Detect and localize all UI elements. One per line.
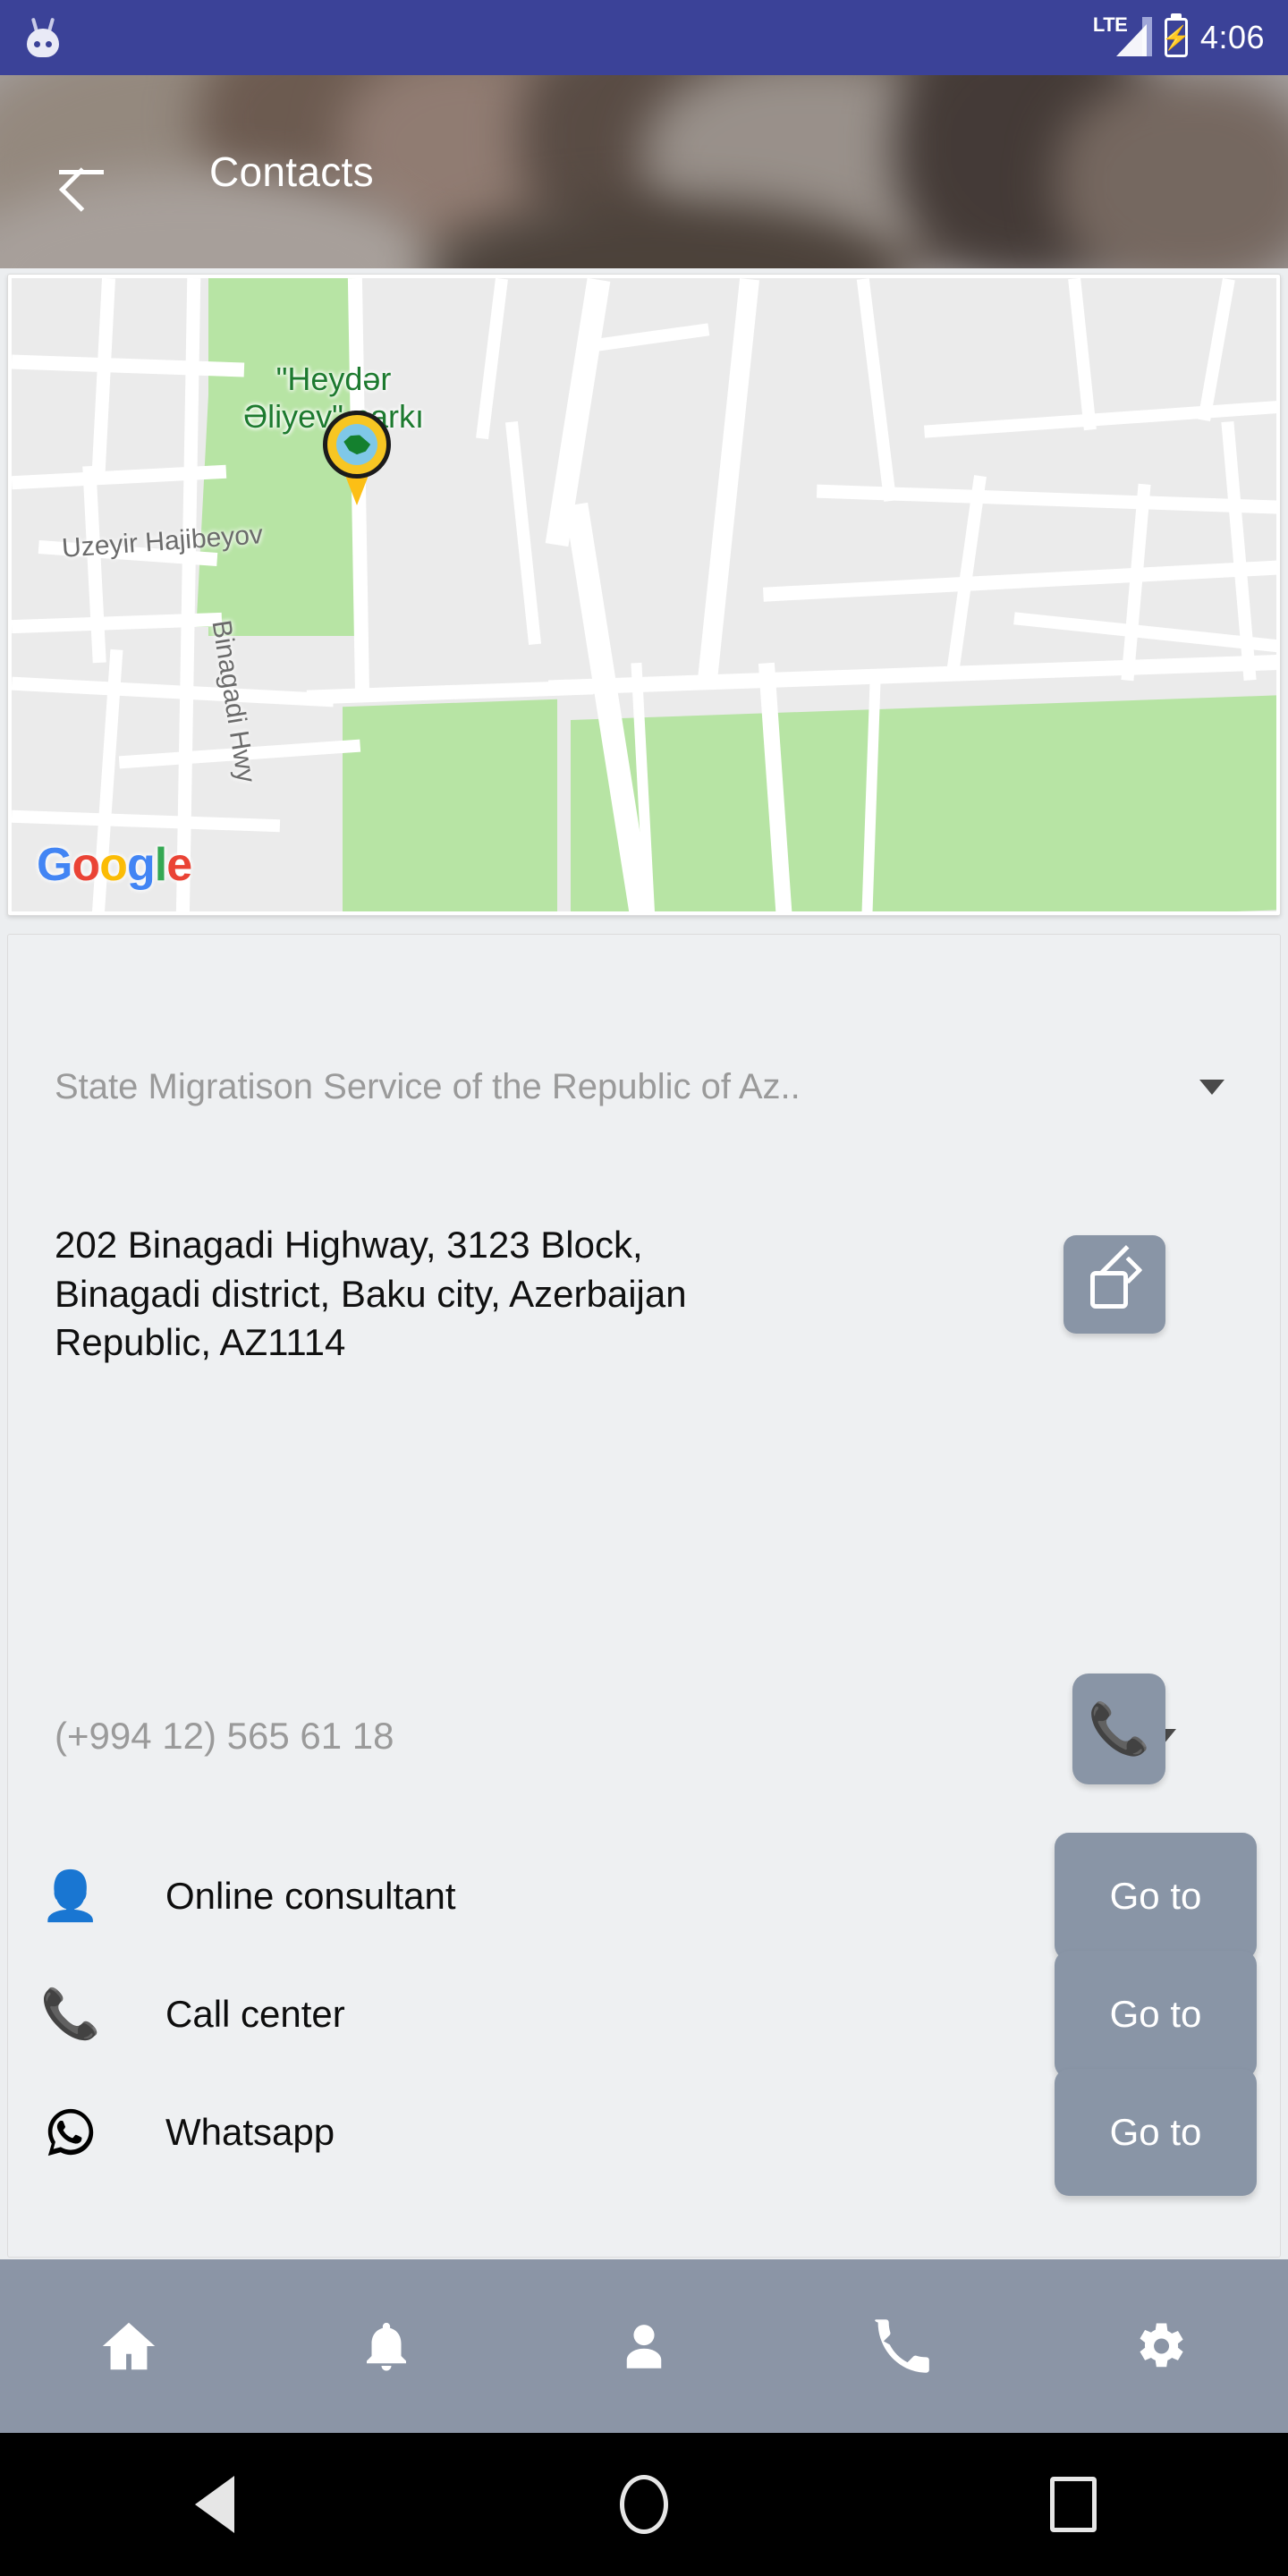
open-external-icon [1090, 1245, 1143, 1309]
google-logo: Google [37, 839, 192, 891]
map-canvas[interactable]: "Heydər Əliyev" parkı Uzeyir Hajibeyov B… [12, 278, 1276, 911]
map-road [1068, 278, 1097, 431]
map-road [90, 278, 116, 485]
list-item-label: Online consultant [165, 1875, 456, 1917]
map-road [1013, 612, 1276, 655]
system-home-button[interactable] [590, 2460, 698, 2549]
square-recents-icon [1050, 2477, 1097, 2532]
phone-number: (+994 12) 565 61 18 [55, 1715, 394, 1757]
map-road [12, 809, 281, 833]
call-button[interactable]: 📞 [1072, 1674, 1165, 1784]
status-bar-left [23, 17, 63, 57]
go-to-button-online-consultant[interactable]: Go to [1055, 1833, 1257, 1960]
whatsapp-icon [8, 2105, 133, 2160]
address-line-3: Republic, AZ1114 [55, 1321, 346, 1364]
open-in-maps-button[interactable] [1063, 1235, 1165, 1334]
address-line-1: 202 Binagadi Highway, 3123 Block, [55, 1224, 643, 1266]
map-park-band-right [571, 695, 1276, 911]
cyanogenmod-robot-icon [23, 17, 63, 57]
nav-item-notifications[interactable] [258, 2317, 515, 2376]
go-to-button-call-center[interactable]: Go to [1055, 1951, 1257, 2078]
nav-item-settings[interactable] [1030, 2316, 1288, 2377]
page-title: Contacts [209, 148, 374, 195]
go-to-label: Go to [1109, 2111, 1202, 2153]
battery-charging-icon: ⚡ [1162, 18, 1191, 57]
person-icon: 👤 [40, 1869, 101, 1923]
organization-name: State Migratison Service of the Republic… [55, 1066, 801, 1106]
nav-item-home[interactable] [0, 2315, 258, 2377]
app-bar: Contacts [0, 75, 1288, 268]
status-bar-clock: 4:06 [1199, 19, 1265, 55]
map-card[interactable]: "Heydər Əliyev" parkı Uzeyir Hajibeyov B… [7, 274, 1281, 916]
person-icon [626, 2325, 662, 2368]
go-to-label: Go to [1109, 1993, 1202, 2035]
organization-selector[interactable]: State Migratison Service of the Republic… [8, 1044, 1280, 1130]
status-bar-right: LTE ⚡ 4:06 [1093, 15, 1265, 60]
phone-icon [875, 2319, 929, 2373]
map-road [856, 278, 897, 502]
go-to-button-whatsapp[interactable]: Go to [1055, 2069, 1257, 2196]
arrow-back-icon[interactable] [52, 142, 111, 201]
list-item-label: Call center [165, 1993, 345, 2035]
circle-home-icon [620, 2475, 668, 2534]
go-to-label: Go to [1109, 1875, 1202, 1917]
nav-item-profile[interactable] [515, 2317, 773, 2376]
address-block: 202 Binagadi Highway, 3123 Block, Binaga… [55, 1221, 877, 1368]
contact-details-card: State Migratison Service of the Republic… [7, 934, 1281, 2258]
status-bar: LTE ⚡ 4:06 [0, 0, 1288, 75]
chevron-down-icon[interactable] [1199, 1079, 1224, 1095]
location-pin-emblem-icon[interactable] [318, 411, 396, 509]
triangle-back-icon [195, 2476, 234, 2533]
nav-item-calls[interactable] [773, 2317, 1030, 2376]
phone-icon: 📞 [1088, 1700, 1150, 1757]
phone-screen: LTE ⚡ 4:06 Contacts "Heydər Əliyev" park… [0, 0, 1288, 2576]
gear-icon [1140, 2323, 1183, 2368]
map-road [12, 676, 335, 708]
list-item-label: Whatsapp [165, 2111, 335, 2153]
map-road [82, 465, 106, 664]
system-back-button[interactable] [161, 2460, 268, 2549]
address-line-2: Binagadi district, Baku city, Azerbaijan [55, 1272, 687, 1315]
map-road [697, 278, 759, 690]
map-road [504, 420, 542, 646]
home-icon [102, 2322, 156, 2370]
map-road [1198, 278, 1235, 422]
signal-bars-icon: LTE [1093, 15, 1152, 60]
bell-icon [367, 2322, 406, 2371]
map-road [547, 654, 1276, 696]
bottom-navigation-bar [0, 2259, 1288, 2433]
map-road [762, 559, 1276, 602]
phone-icon: 📞 [40, 1987, 101, 2041]
map-park-band-left [343, 699, 557, 911]
system-recents-button[interactable] [1020, 2460, 1127, 2549]
system-navigation-bar [0, 2433, 1288, 2576]
